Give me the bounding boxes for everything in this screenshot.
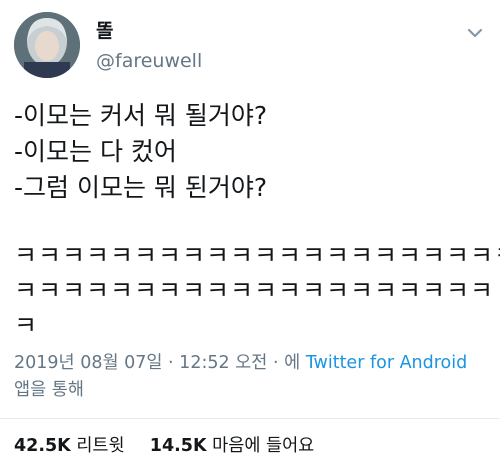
tweet-line: -그럼 이모는 뭐 된거야? xyxy=(14,173,268,202)
tweet-stats: 42.5K 리트윗 14.5K 마음에 들어요 xyxy=(14,432,314,457)
tweet-laugh-text: ㅋㅋㅋㅋㅋㅋㅋㅋㅋㅋㅋㅋㅋㅋㅋㅋㅋㅋㅋㅋㅋ ㅋㅋㅋㅋㅋㅋㅋㅋㅋㅋㅋㅋㅋㅋㅋㅋㅋㅋ… xyxy=(14,238,500,343)
chevron-down-icon[interactable] xyxy=(464,22,486,44)
tweet-line: -이모는 다 컸어 xyxy=(14,137,177,166)
author-display-name[interactable]: 똘 xyxy=(96,16,113,43)
retweets-label: 리트윗 xyxy=(76,436,125,456)
retweets-count: 42.5K xyxy=(14,436,71,456)
avatar[interactable] xyxy=(14,12,80,78)
likes-stat[interactable]: 14.5K 마음에 들어요 xyxy=(150,436,315,456)
author-handle[interactable]: @fareuwell xyxy=(96,50,202,72)
tweet-source-link[interactable]: Twitter for Android xyxy=(306,353,468,373)
tweet-metadata: 2019년 08월 07일 · 12:52 오전 · 에 Twitter for… xyxy=(14,350,492,404)
likes-count: 14.5K xyxy=(149,436,207,456)
tweet-source-suffix: 앱을 통해 xyxy=(14,380,84,400)
likes-label: 마음에 들어요 xyxy=(212,436,315,456)
tweet-line: -이모는 커서 뭐 될거야? xyxy=(14,101,268,130)
divider xyxy=(0,418,500,419)
retweets-stat[interactable]: 42.5K 리트윗 xyxy=(14,436,130,456)
tweet-line: ㅋㅋㅋㅋㅋㅋㅋㅋㅋㅋㅋㅋㅋㅋㅋㅋㅋㅋㅋㅋ xyxy=(14,276,495,305)
tweet-text: -이모는 커서 뭐 될거야? -이모는 다 컸어 -그럼 이모는 뭐 된거야? xyxy=(14,98,492,206)
tweet-line: ㅋㅋㅋㅋㅋㅋㅋㅋㅋㅋㅋㅋㅋㅋㅋㅋㅋㅋㅋㅋㅋ xyxy=(14,241,500,270)
tweet-timestamp[interactable]: 2019년 08월 07일 · 12:52 오전 · 에 xyxy=(14,353,306,373)
tweet-line: ㅋ xyxy=(14,311,39,340)
avatar-portrait-icon xyxy=(14,12,80,78)
